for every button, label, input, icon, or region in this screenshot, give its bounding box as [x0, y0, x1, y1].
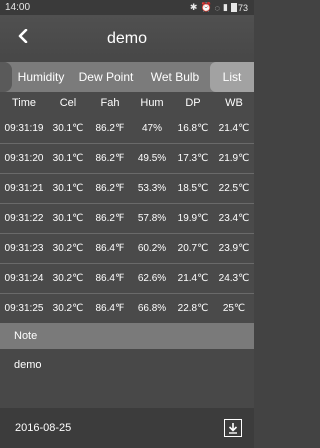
cell-fah: 86.4℉: [88, 263, 132, 294]
tab-wet-bulb[interactable]: Wet Bulb: [140, 62, 210, 92]
silent-icon: ◌: [214, 2, 221, 13]
app-header: demo: [0, 15, 254, 62]
status-bar: 14:00 ✱ ⏰ ◌ ▮ 73: [0, 0, 254, 15]
cell-fah: 86.2℉: [88, 173, 132, 204]
table-row: 09:31:24 30.2℃ 86.4℉ 62.6% 21.4℃ 24.3℃: [0, 263, 254, 294]
back-button[interactable]: [12, 25, 34, 47]
status-time: 14:00: [5, 2, 31, 13]
cell-time: 09:31:24: [0, 263, 48, 294]
cell-cel: 30.1℃: [48, 143, 88, 174]
cell-cel: 30.1℃: [48, 203, 88, 234]
cell-time: 09:31:22: [0, 203, 48, 234]
cell-time: 09:31:19: [0, 114, 48, 144]
cell-cel: 30.2℃: [48, 293, 88, 323]
tab-humidity[interactable]: Humidity: [0, 62, 72, 92]
record-date: 2016-08-25: [15, 422, 72, 434]
alarm-icon: ⏰: [200, 2, 212, 12]
cell-wb: 21.9℃: [214, 143, 254, 174]
battery-indicator: 73: [230, 2, 248, 13]
tab-list[interactable]: List: [210, 62, 254, 92]
table-row: 09:31:25 30.2℃ 86.4℉ 66.8% 22.8℃ 25℃: [0, 293, 254, 323]
cell-dp: 19.9℃: [172, 203, 214, 234]
battery-level: 73: [237, 2, 248, 13]
column-header-dp: DP: [172, 92, 214, 114]
cell-time: 09:31:23: [0, 233, 48, 264]
cell-dp: 21.4℃: [172, 263, 214, 294]
cell-dp: 20.7℃: [172, 233, 214, 264]
column-header-hum: Hum: [132, 92, 172, 114]
cell-hum: 62.6%: [132, 263, 172, 294]
table-row: 09:31:22 30.1℃ 86.2℉ 57.8% 19.9℃ 23.4℃: [0, 203, 254, 234]
column-header-time: Time: [0, 92, 48, 114]
cell-fah: 86.2℉: [88, 203, 132, 234]
cell-hum: 49.5%: [132, 143, 172, 174]
cell-fah: 86.2℉: [88, 114, 132, 144]
cell-hum: 66.8%: [132, 293, 172, 323]
column-header-wb: WB: [214, 92, 254, 114]
bluetooth-icon: ✱: [189, 2, 198, 12]
cell-hum: 53.3%: [132, 173, 172, 204]
cell-hum: 57.8%: [132, 203, 172, 234]
note-content: demo: [14, 359, 42, 371]
signal-icon: ▮: [223, 2, 228, 12]
table-row: 09:31:19 30.1℃ 86.2℉ 47% 16.8℃ 21.4℃: [0, 114, 254, 144]
cell-dp: 18.5℃: [172, 173, 214, 204]
cell-wb: 24.3℃: [214, 263, 254, 294]
cell-fah: 86.2℉: [88, 143, 132, 174]
page-title: demo: [106, 29, 148, 47]
cell-wb: 22.5℃: [214, 173, 254, 204]
cell-hum: 47%: [132, 114, 172, 144]
tab-bar: Humidity Dew Point Wet Bulb List: [0, 62, 254, 92]
cell-wb: 23.9℃: [214, 233, 254, 264]
cell-cel: 30.2℃: [48, 233, 88, 264]
status-icons: ✱ ⏰ ◌ ▮ 73: [190, 2, 248, 13]
table-row: 09:31:21 30.1℃ 86.2℉ 53.3% 18.5℃ 22.5℃: [0, 173, 254, 204]
download-icon: [228, 423, 238, 434]
download-button[interactable]: [224, 419, 242, 437]
footer-bar: 2016-08-25: [0, 408, 254, 448]
cell-fah: 86.4℉: [88, 233, 132, 264]
note-header: Note: [0, 323, 254, 349]
tab-dew-point[interactable]: Dew Point: [72, 62, 140, 92]
cell-time: 09:31:21: [0, 173, 48, 204]
cell-hum: 60.2%: [132, 233, 172, 264]
cell-cel: 30.2℃: [48, 263, 88, 294]
cell-wb: 21.4℃: [214, 114, 254, 144]
cell-time: 09:31:20: [0, 143, 48, 174]
data-table: Time Cel Fah Hum DP WB 09:31:19 30.1℃ 86…: [0, 92, 254, 323]
battery-icon: [230, 3, 237, 12]
table-row: 09:31:20 30.1℃ 86.2℉ 49.5% 17.3℃ 21.9℃: [0, 143, 254, 174]
column-header-fah: Fah: [88, 92, 132, 114]
cell-cel: 30.1℃: [48, 114, 88, 144]
cell-time: 09:31:25: [0, 293, 48, 323]
table-header-row: Time Cel Fah Hum DP WB: [0, 92, 254, 114]
cell-dp: 17.3℃: [172, 143, 214, 174]
cell-wb: 25℃: [214, 293, 254, 323]
column-header-cel: Cel: [48, 92, 88, 114]
cell-wb: 23.4℃: [214, 203, 254, 234]
cell-fah: 86.4℉: [88, 293, 132, 323]
cell-dp: 16.8℃: [172, 114, 214, 144]
cell-dp: 22.8℃: [172, 293, 214, 323]
chevron-left-icon: [18, 29, 28, 43]
cell-cel: 30.1℃: [48, 173, 88, 204]
table-row: 09:31:23 30.2℃ 86.4℉ 60.2% 20.7℃ 23.9℃: [0, 233, 254, 264]
